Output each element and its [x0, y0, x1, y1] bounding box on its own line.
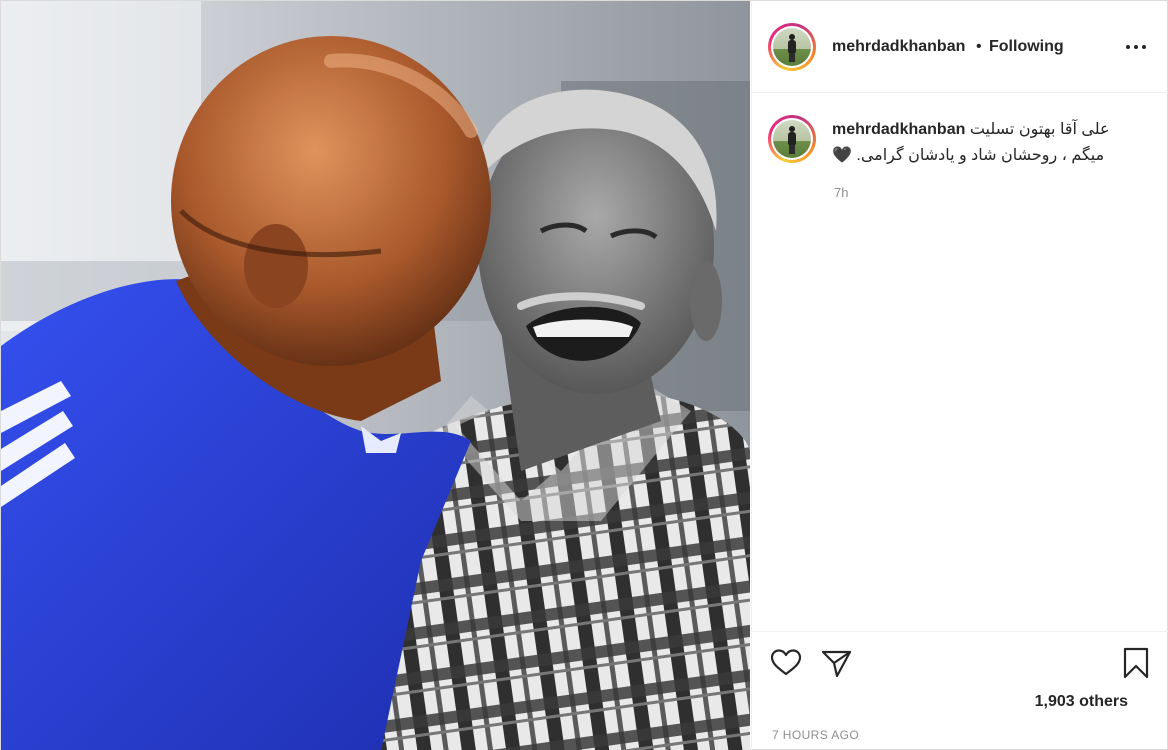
- caption-author-avatar[interactable]: [768, 115, 816, 163]
- post-timestamp[interactable]: 7 HOURS AGO: [772, 728, 859, 742]
- profile-avatar-icon: [773, 120, 811, 158]
- post-header: mehrdadkhanban • Following: [752, 1, 1168, 93]
- caption-text: mehrdadkhanban علی آقا بهتون تسلیت 🖤 میگ…: [832, 117, 1132, 169]
- following-button[interactable]: Following: [989, 38, 1064, 56]
- post-image[interactable]: [1, 1, 750, 750]
- caption-line-1: علی آقا بهتون تسلیت: [969, 121, 1110, 138]
- author-username-link[interactable]: mehrdadkhanban: [832, 38, 965, 56]
- caption-line-2: میگم ، روحشان شاد و یادشان گرامی.: [856, 147, 1105, 164]
- heart-emoji: 🖤: [832, 147, 852, 164]
- likes-count[interactable]: 1,903 others: [1035, 693, 1128, 711]
- more-options-icon[interactable]: [1122, 37, 1154, 57]
- instagram-post: mehrdadkhanban • Following mehrdadkhanba…: [0, 0, 1168, 750]
- post-photo: [1, 1, 750, 750]
- follow-separator: •: [976, 38, 982, 55]
- caption-username-link[interactable]: mehrdadkhanban: [832, 121, 965, 138]
- post-actions: 1,903 others 7 HOURS AGO: [752, 631, 1168, 750]
- bookmark-icon[interactable]: [1118, 645, 1154, 681]
- paper-plane-icon[interactable]: [818, 645, 854, 681]
- heart-icon[interactable]: [768, 645, 804, 681]
- author-avatar[interactable]: [768, 23, 816, 71]
- profile-avatar-icon: [773, 28, 811, 66]
- caption-relative-time[interactable]: 7h: [834, 185, 848, 200]
- post-sidebar: mehrdadkhanban • Following mehrdadkhanba…: [751, 1, 1168, 750]
